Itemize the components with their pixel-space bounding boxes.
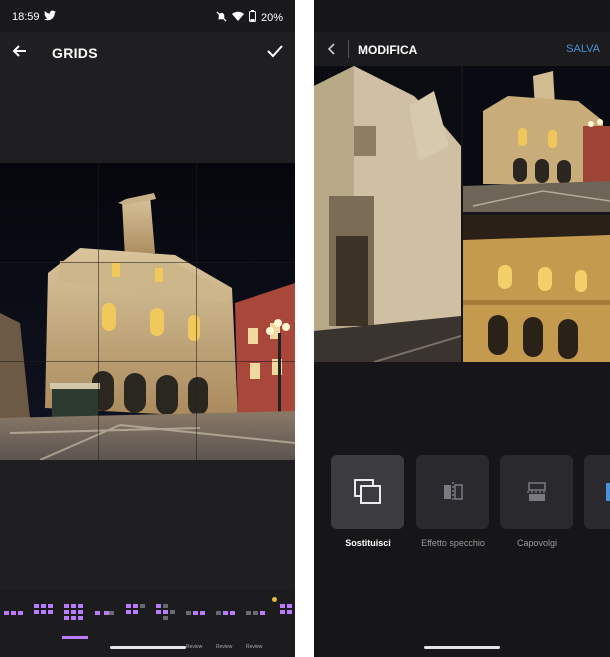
flip-icon: [526, 481, 548, 508]
grid-line-vertical: [196, 163, 197, 460]
grid-selector: Review Review Review: [0, 590, 295, 657]
grid-option-label: Review: [246, 644, 263, 650]
confirm-check-icon[interactable]: [265, 41, 285, 61]
grid-option[interactable]: Review: [216, 604, 238, 650]
page-title: GRIDS: [52, 45, 98, 61]
mirror-icon: [442, 481, 464, 508]
grid-line-horizontal: [0, 262, 295, 263]
grid-option[interactable]: [272, 597, 295, 629]
edited-photo[interactable]: [0, 163, 295, 460]
more-tool-button[interactable]: [584, 455, 610, 529]
collage-cell-bottom-right[interactable]: [463, 215, 610, 362]
twitter-icon: [44, 10, 56, 24]
grid-option[interactable]: [4, 604, 26, 622]
more-tool-icon: [606, 481, 610, 508]
grid-option[interactable]: [95, 604, 117, 622]
back-arrow-icon[interactable]: [10, 41, 30, 61]
wifi-icon: [231, 11, 244, 24]
grid-option[interactable]: [126, 604, 148, 623]
status-time: 18:59: [12, 11, 40, 23]
mirror-label: Effetto specchio: [421, 538, 485, 548]
battery-level: 20%: [260, 11, 283, 24]
flip-label: Capovolgi: [516, 538, 558, 548]
grid-option[interactable]: Review: [246, 604, 268, 650]
app-bar: MODIFICA SALVA: [314, 32, 610, 66]
gesture-nav-bar[interactable]: [109, 646, 186, 649]
page-title: MODIFICA: [358, 43, 418, 57]
replace-label: Sostituisci: [345, 538, 391, 548]
new-badge: [272, 597, 277, 602]
grid-line-vertical: [98, 163, 99, 460]
right-screen: MODIFICA SALVA Sostituisci Effetto specc…: [314, 0, 610, 657]
replace-button[interactable]: [331, 455, 404, 529]
grid-option[interactable]: Review: [186, 604, 208, 650]
gesture-nav-bar[interactable]: [424, 646, 500, 649]
grid-option-selected[interactable]: [62, 604, 88, 639]
grid-option-label: Review: [186, 644, 203, 650]
replace-icon: [354, 479, 382, 510]
status-bar: [314, 0, 610, 32]
grid-option-label: Review: [216, 644, 233, 650]
back-chevron-icon[interactable]: [324, 41, 340, 57]
grid-option[interactable]: [34, 604, 56, 623]
left-screen: 18:59 20% GRIDS Review Review Review: [0, 0, 295, 657]
collage-cell-large[interactable]: [314, 66, 461, 362]
battery-icon: [248, 10, 256, 25]
grid-option[interactable]: [156, 604, 178, 629]
app-bar: GRIDS: [0, 32, 295, 72]
edit-tools: Sostituisci Effetto specchio Capovolgi: [314, 455, 610, 565]
church-photo: [314, 66, 461, 362]
grid-line-horizontal: [0, 361, 295, 362]
selected-indicator: [62, 636, 88, 639]
flip-button[interactable]: [500, 455, 573, 529]
mirror-button[interactable]: [416, 455, 489, 529]
building-photo: [463, 66, 610, 212]
toolbar-divider: [348, 40, 349, 58]
status-bar: 18:59 20%: [0, 0, 295, 32]
building-photo: [0, 163, 295, 460]
save-button[interactable]: SALVA: [566, 43, 600, 55]
collage-cell-top-right[interactable]: [463, 66, 610, 212]
dnd-off-icon: [216, 10, 227, 25]
facade-photo: [463, 215, 610, 362]
